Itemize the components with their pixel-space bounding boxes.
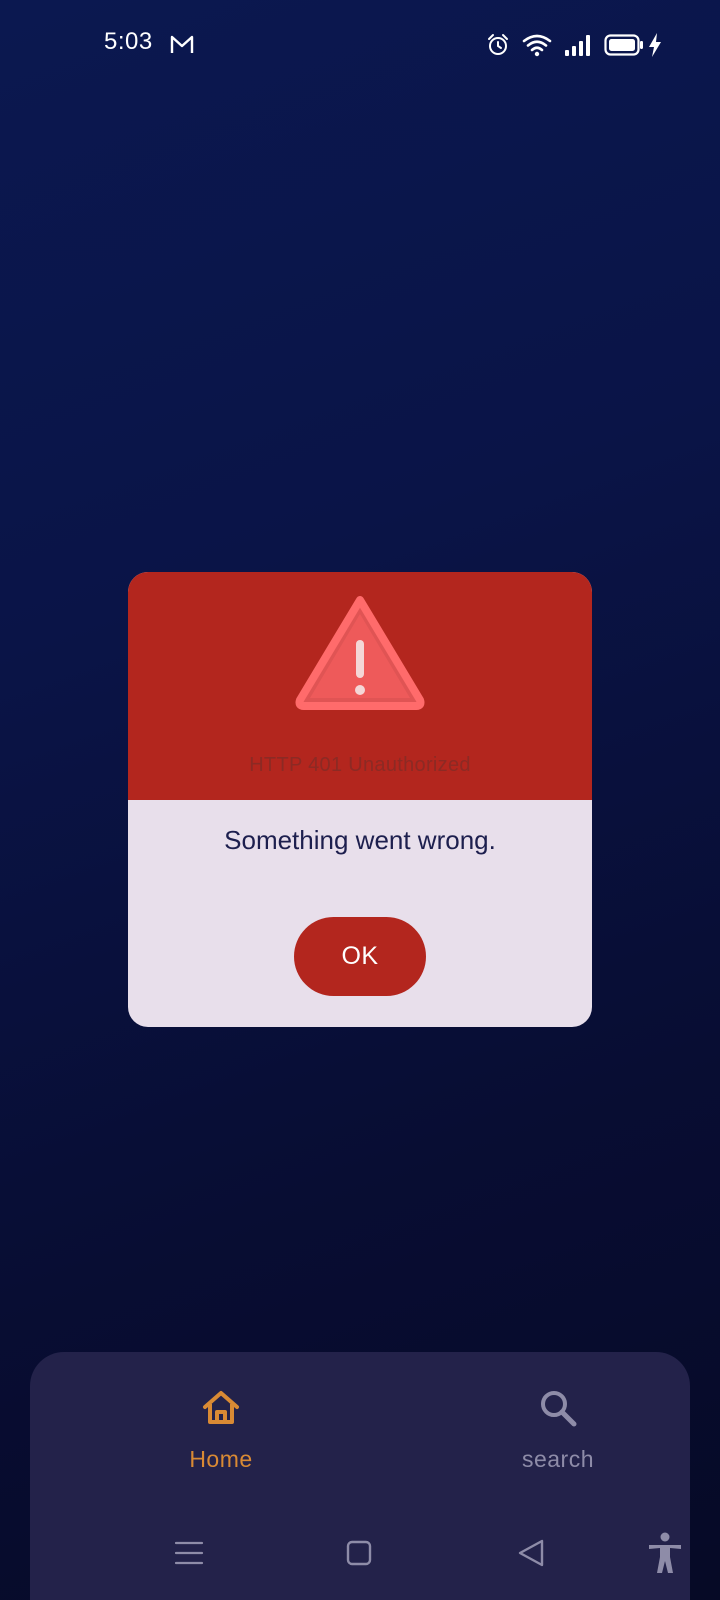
search-icon	[541, 1391, 577, 1427]
gmail-icon	[170, 35, 194, 53]
nav-label-search: search	[521, 1446, 595, 1472]
nav-item-search[interactable]: search	[458, 1382, 658, 1482]
back-icon[interactable]	[514, 1535, 550, 1571]
home-square-icon[interactable]	[341, 1535, 377, 1571]
nav-label-home: Home	[189, 1446, 253, 1472]
status-bar: 5:03	[0, 0, 720, 90]
wifi-icon	[522, 34, 552, 57]
battery-icon	[604, 34, 643, 56]
error-code: HTTP 401 Unauthorized	[249, 754, 471, 776]
status-time: 5:03	[104, 28, 153, 55]
alarm-icon	[488, 34, 508, 55]
status-icons	[486, 30, 662, 60]
dialog-header: HTTP 401 Unauthorized	[128, 572, 592, 800]
ok-button[interactable]: OK	[294, 917, 426, 996]
menu-icon[interactable]	[171, 1535, 207, 1571]
error-dialog: HTTP 401 Unauthorized Something went wro…	[128, 572, 592, 1027]
signal-icon	[565, 35, 590, 56]
home-icon	[203, 1391, 239, 1424]
warning-icon	[295, 596, 425, 710]
error-message: Something went wrong.	[224, 825, 496, 855]
accessibility-icon[interactable]	[646, 1532, 684, 1574]
charging-icon	[649, 33, 661, 57]
nav-item-home[interactable]: Home	[121, 1382, 321, 1482]
